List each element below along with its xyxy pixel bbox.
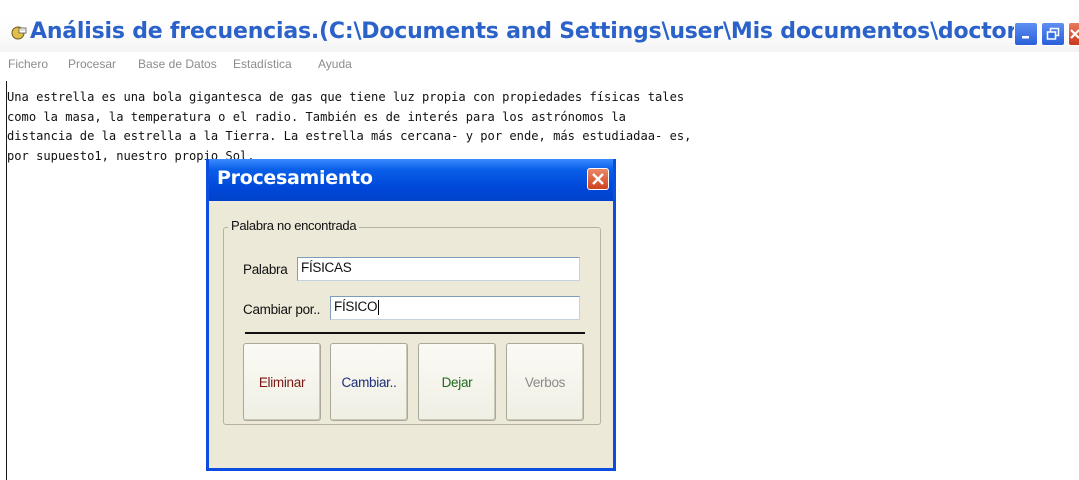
word-field[interactable]: FÍSICAS [297, 257, 580, 281]
keep-button[interactable]: Dejar [418, 343, 496, 421]
document-line: como la masa, la temperatura o el radio.… [7, 109, 626, 124]
replace-field[interactable]: FÍSICO [330, 296, 580, 320]
close-button[interactable] [1068, 22, 1079, 46]
document-line: Una estrella es una bola gigantesca de g… [7, 90, 685, 104]
verbs-button[interactable]: Verbos [506, 343, 584, 421]
change-button[interactable]: Cambiar.. [330, 343, 408, 421]
main-window: Análisis de frecuencias.(C:\Documents an… [0, 0, 1079, 480]
close-icon [592, 173, 604, 185]
app-icon [11, 26, 27, 40]
restore-button[interactable] [1041, 22, 1065, 46]
document-line: distancia de la estrella a la Tierra. La… [7, 129, 692, 143]
dialog-close-button[interactable] [587, 168, 609, 190]
delete-button[interactable]: Eliminar [243, 343, 321, 421]
dialog-title: Procesamiento [217, 167, 373, 189]
replace-label: Cambiar por.. [243, 302, 321, 317]
minimize-icon [1022, 36, 1029, 39]
menu-ayuda[interactable]: Ayuda [318, 57, 352, 71]
restore-icon [1046, 27, 1060, 40]
replace-value: FÍSICO [334, 299, 378, 314]
group-title: Palabra no encontrada [228, 218, 360, 233]
text-caret [378, 299, 380, 315]
window-title: Análisis de frecuencias.(C:\Documents an… [30, 19, 1020, 44]
menu-procesar[interactable]: Procesar [68, 57, 116, 71]
dialog-title-bar[interactable]: Procesamiento [209, 159, 613, 201]
menu-fichero[interactable]: Fichero [8, 57, 48, 71]
close-icon [1070, 29, 1079, 39]
word-label: Palabra [243, 262, 288, 277]
menu-base-de-datos[interactable]: Base de Datos [138, 57, 217, 71]
minimize-button[interactable] [1014, 22, 1038, 46]
word-value: FÍSICAS [301, 260, 352, 275]
processing-dialog: Procesamiento Palabra no encontrada Pala… [206, 159, 616, 471]
menu-estadistica[interactable]: Estadística [233, 57, 292, 71]
document-text[interactable]: Una estrella es una bola gigantesca de g… [7, 88, 847, 166]
separator-line [245, 332, 585, 334]
